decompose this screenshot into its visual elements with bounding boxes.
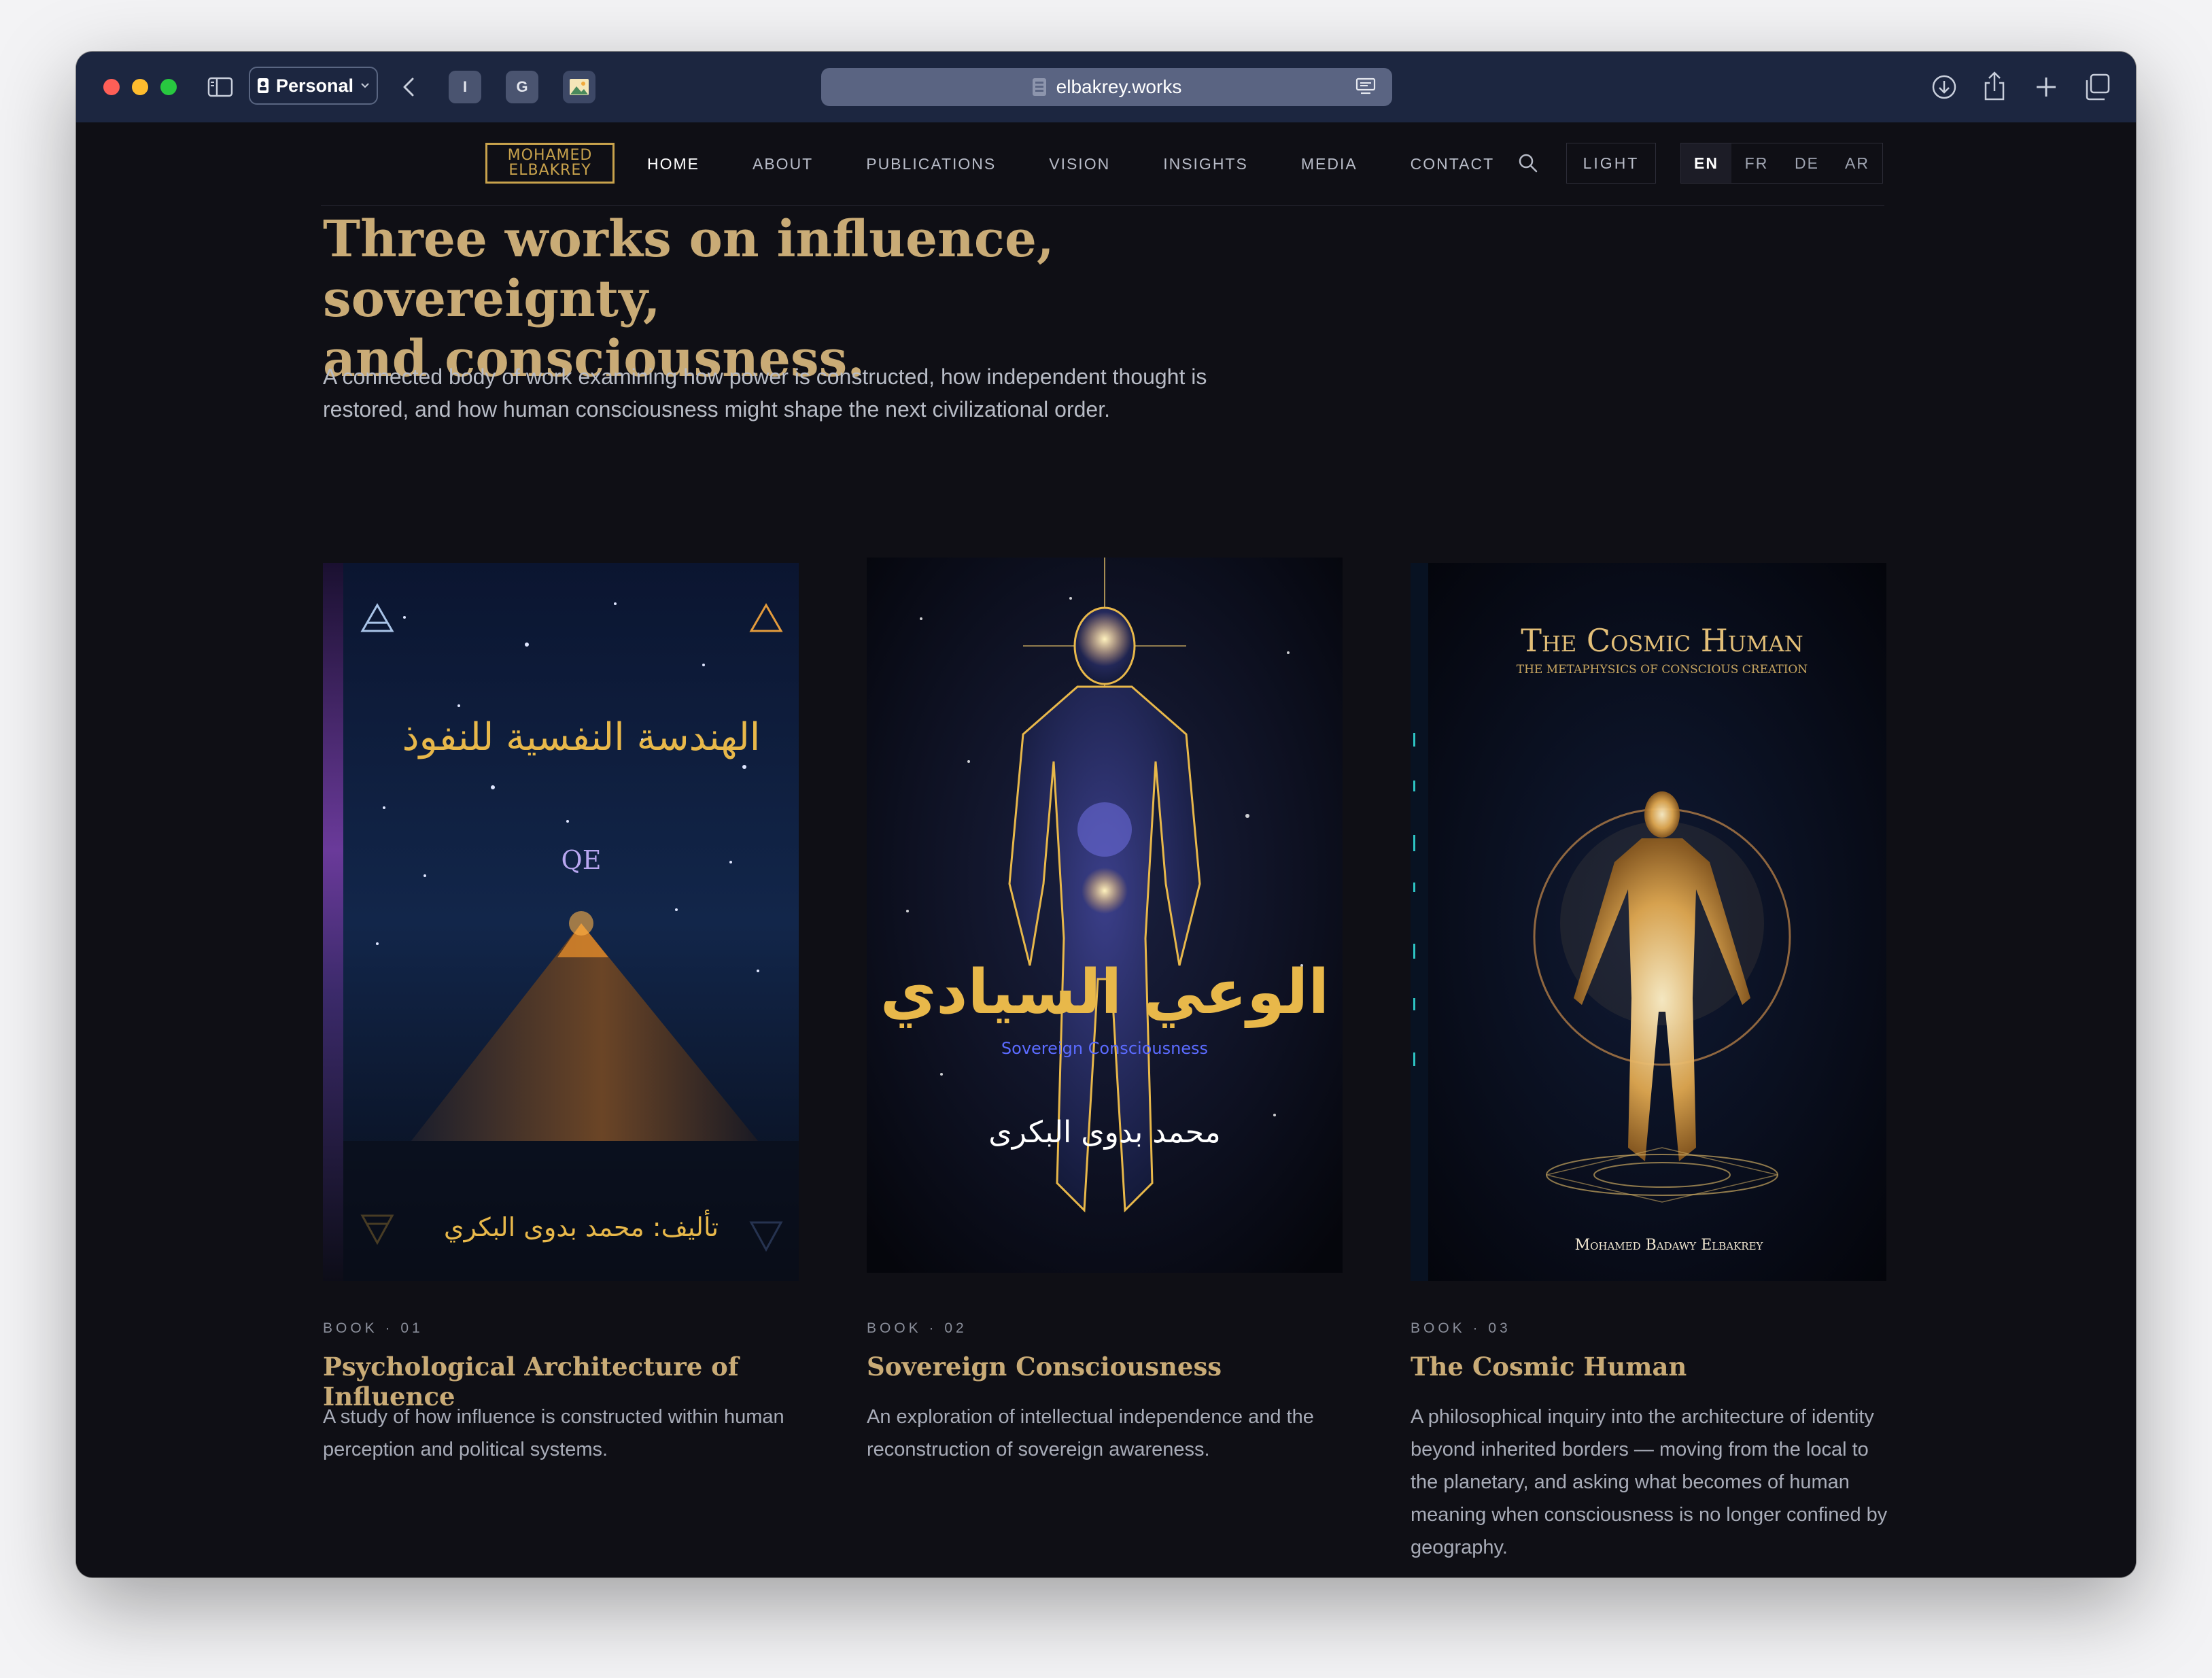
- cover-2-title: الوعي السيادي: [880, 957, 1329, 1028]
- lang-de[interactable]: DE: [1782, 143, 1832, 183]
- cover-3-subtitle: The Metaphysics of Conscious Creation: [1517, 663, 1808, 677]
- chevron-down-icon: [361, 83, 369, 88]
- logo-line-2: ELBAKREY: [508, 162, 591, 179]
- book-2-title[interactable]: Sovereign Consciousness: [867, 1352, 1356, 1382]
- nav-insights[interactable]: INSIGHTS: [1163, 155, 1248, 173]
- image-icon: [570, 79, 589, 95]
- tab-favicon-g[interactable]: G: [506, 71, 538, 103]
- nav-links: HOME ABOUT PUBLICATIONS VISION INSIGHTS …: [647, 122, 1547, 205]
- reader-mode-icon[interactable]: [1355, 78, 1376, 97]
- nav-about[interactable]: ABOUT: [753, 155, 813, 173]
- tab-favicon-image[interactable]: [563, 71, 595, 103]
- book-cover-1[interactable]: الهندسة النفسية للنفوذ QE تأليف: محمد بد…: [323, 563, 799, 1281]
- nav-contact[interactable]: CONTACT: [1411, 155, 1494, 173]
- tab-favicon-i[interactable]: I: [449, 71, 481, 103]
- profile-badge-icon: [257, 78, 269, 93]
- browser-window: Personal I G elbakrey.works MOHAMED ELBA…: [76, 52, 2136, 1577]
- cover-3-author: Mohamed Badawy Elbakrey: [1575, 1237, 1764, 1254]
- share-icon[interactable]: [1981, 71, 2008, 102]
- language-switcher: EN FR DE AR: [1680, 143, 1883, 184]
- site-nav: MOHAMED ELBAKREY HOME ABOUT PUBLICATIONS…: [321, 122, 1884, 206]
- cover-2-subtitle: Sovereign Consciousness: [1001, 1039, 1208, 1058]
- profile-name: Personal: [275, 75, 354, 96]
- title-line-1: Three works on influence, sovereignty,: [323, 210, 1054, 328]
- browser-titlebar: Personal I G elbakrey.works: [76, 52, 2136, 122]
- book-1-description: A study of how influence is constructed …: [323, 1406, 784, 1460]
- theme-toggle-button[interactable]: LIGHT: [1566, 143, 1656, 184]
- book-2-description: An exploration of intellectual independe…: [867, 1406, 1314, 1460]
- lang-ar[interactable]: AR: [1832, 143, 1882, 183]
- back-arrow-icon[interactable]: [396, 73, 423, 101]
- cover-2-author: محمد بدوى البكرى: [988, 1115, 1220, 1150]
- book-3-description: A philosophical inquiry into the archite…: [1411, 1406, 1888, 1558]
- tab-overview-icon[interactable]: [2083, 72, 2113, 102]
- downloads-icon[interactable]: [1929, 72, 1959, 102]
- nav-home[interactable]: HOME: [647, 155, 699, 173]
- minimize-window-button[interactable]: [132, 79, 148, 95]
- lead-paragraph: A connected body of work examining how p…: [323, 364, 1207, 422]
- cover-1-mark: QE: [561, 845, 602, 875]
- nav-media[interactable]: MEDIA: [1301, 155, 1358, 173]
- zoom-window-button[interactable]: [160, 79, 177, 95]
- profile-switcher[interactable]: Personal: [249, 67, 378, 105]
- sidebar-toggle-icon[interactable]: [207, 73, 234, 101]
- window-controls: [103, 79, 177, 95]
- address-bar[interactable]: elbakrey.works: [821, 68, 1392, 106]
- web-page: MOHAMED ELBAKREY HOME ABOUT PUBLICATIONS…: [76, 122, 2136, 1577]
- book-cover-2[interactable]: الوعي السيادي Sovereign Consciousness مح…: [867, 558, 1343, 1273]
- nav-vision[interactable]: VISION: [1049, 155, 1110, 173]
- book-2-eyebrow: BOOK · 02: [867, 1320, 967, 1336]
- lang-en[interactable]: EN: [1681, 143, 1731, 183]
- book-3-title[interactable]: The Cosmic Human: [1411, 1352, 1900, 1382]
- cover-3-title: The Cosmic Human: [1521, 622, 1803, 659]
- cover-1-title: الهندسة النفسية للنفوذ: [402, 715, 761, 759]
- lang-fr[interactable]: FR: [1731, 143, 1782, 183]
- url-text: elbakrey.works: [1056, 76, 1182, 97]
- new-tab-plus-icon[interactable]: [2033, 73, 2060, 101]
- close-window-button[interactable]: [103, 79, 120, 95]
- book-3-eyebrow: BOOK · 03: [1411, 1320, 1511, 1336]
- book-1-eyebrow: BOOK · 01: [323, 1320, 424, 1336]
- cover-1-author: تأليف: محمد بدوى البكري: [444, 1210, 719, 1243]
- logo-line-1: MOHAMED: [507, 147, 593, 164]
- site-info-icon: [1032, 78, 1046, 96]
- search-icon[interactable]: [1517, 152, 1539, 174]
- site-logo[interactable]: MOHAMED ELBAKREY: [485, 143, 615, 184]
- nav-publications[interactable]: PUBLICATIONS: [866, 155, 996, 173]
- book-cover-3[interactable]: The Cosmic Human The Metaphysics of Cons…: [1411, 563, 1886, 1281]
